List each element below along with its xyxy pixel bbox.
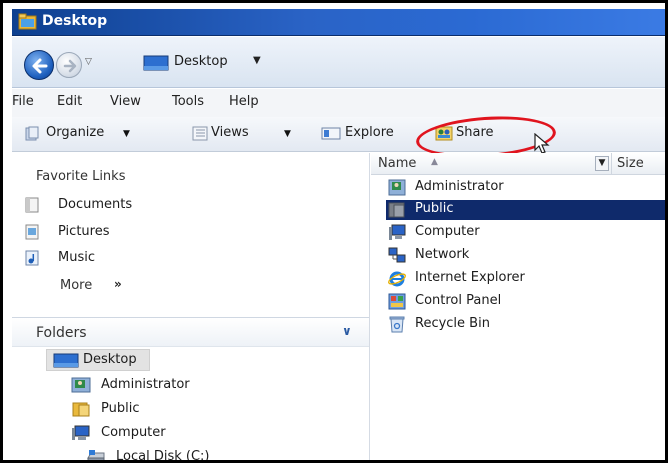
favorite-links-heading: Favorite Links [36, 169, 126, 184]
favorite-label: Music [58, 250, 95, 265]
explore-icon [321, 127, 341, 140]
menu-file[interactable]: File [12, 94, 34, 109]
list-item-selected[interactable]: Public [386, 200, 665, 220]
tree-label: Computer [101, 425, 166, 440]
file-list-pane: Name ▲ ▼ Size Administrator Public Compu… [371, 153, 665, 460]
list-item-label: Administrator [415, 179, 504, 194]
folder-icon [388, 202, 405, 218]
menu-edit[interactable]: Edit [57, 94, 82, 109]
column-header: Name ▲ ▼ Size [371, 153, 665, 175]
organize-icon [25, 126, 39, 141]
tree-item-administrator[interactable]: Administrator [71, 375, 231, 397]
arrow-right-icon [63, 59, 77, 73]
folders-header[interactable]: Folders ∨ [12, 317, 369, 347]
computer-icon [72, 425, 90, 440]
window-title: Desktop [42, 13, 108, 29]
tree-label: Local Disk (C:) [116, 449, 210, 463]
control-panel-icon [388, 293, 406, 310]
list-item-label: Public [415, 201, 454, 216]
network-icon [388, 247, 406, 263]
menu-tools[interactable]: Tools [172, 94, 204, 109]
computer-icon [389, 224, 406, 240]
command-toolbar: Organize ▼ Views ▼ Explore Share [12, 112, 665, 162]
desktop-icon [143, 55, 169, 71]
tree-item-local-disk[interactable]: Local Disk (C:) [86, 447, 256, 463]
navigation-pane: Favorite Links Documents Pictures Music … [12, 153, 370, 463]
folders-heading: Folders [36, 325, 87, 341]
tree-label: Public [101, 401, 140, 416]
hard-disk-icon [87, 450, 105, 460]
mouse-cursor-icon [534, 133, 550, 154]
column-name-header[interactable]: Name [378, 156, 416, 171]
menu-bar: File Edit View Tools Help [12, 89, 665, 117]
list-item[interactable]: Administrator [386, 178, 665, 198]
user-folder-icon [71, 377, 91, 393]
list-item-label: Computer [415, 224, 480, 239]
address-bar: ▽ Desktop ▼ [12, 37, 665, 88]
address-dropdown-icon[interactable]: ▼ [253, 55, 261, 66]
list-item[interactable]: Control Panel [386, 292, 665, 312]
tree-label: Desktop [83, 352, 137, 367]
tree-label: Administrator [101, 377, 190, 392]
list-item-label: Recycle Bin [415, 316, 490, 331]
favorite-label: Pictures [58, 224, 110, 239]
menu-view[interactable]: View [110, 94, 141, 109]
address-location[interactable]: Desktop [174, 54, 228, 69]
forward-button[interactable] [56, 52, 82, 78]
documents-icon [25, 197, 39, 213]
column-filter-dropdown[interactable]: ▼ [595, 156, 609, 171]
more-chevron-icon[interactable]: » [114, 277, 122, 291]
recycle-bin-icon [389, 316, 405, 333]
views-button[interactable]: Views [211, 125, 249, 140]
list-item[interactable]: Network [386, 246, 665, 266]
explore-button[interactable]: Explore [345, 125, 394, 140]
back-button[interactable] [24, 50, 54, 80]
list-item-label: Internet Explorer [415, 270, 525, 285]
explorer-window: Desktop ▽ Desktop ▼ File Edit View Tools… [0, 0, 668, 463]
title-bar[interactable]: Desktop [12, 9, 665, 36]
internet-explorer-icon [388, 271, 406, 287]
music-icon [25, 250, 39, 266]
folder-icon [18, 13, 37, 30]
tree-item-public[interactable]: Public [71, 399, 191, 421]
column-divider[interactable] [611, 153, 612, 175]
list-item[interactable]: Internet Explorer [386, 269, 665, 289]
history-dropdown-icon[interactable]: ▽ [85, 57, 92, 67]
list-item[interactable]: Recycle Bin [386, 315, 665, 335]
organize-button[interactable]: Organize [46, 125, 104, 140]
organize-dropdown-icon[interactable]: ▼ [123, 129, 130, 139]
menu-help[interactable]: Help [229, 94, 259, 109]
chevron-down-icon[interactable]: ∨ [342, 324, 352, 338]
list-item[interactable]: Computer [386, 223, 665, 243]
pictures-icon [25, 224, 39, 240]
column-size-header[interactable]: Size [617, 156, 644, 171]
favorite-label: Documents [58, 197, 133, 212]
list-item-label: Control Panel [415, 293, 502, 308]
tree-item-desktop[interactable]: Desktop [46, 349, 150, 371]
tree-item-computer[interactable]: Computer [71, 423, 221, 445]
folder-icon [72, 402, 90, 417]
user-folder-icon [388, 179, 406, 196]
views-dropdown-icon[interactable]: ▼ [284, 129, 291, 139]
list-item-label: Network [415, 247, 470, 262]
more-favorites-link[interactable]: More [60, 278, 92, 293]
desktop-icon [53, 353, 79, 368]
arrow-left-icon [32, 58, 48, 74]
views-icon [192, 126, 208, 141]
sort-ascending-icon: ▲ [431, 157, 438, 167]
